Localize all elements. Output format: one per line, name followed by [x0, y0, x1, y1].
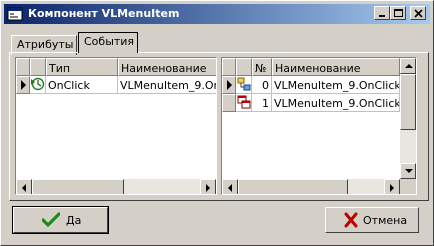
- event-name-cell[interactable]: VLMenuItem_9.OnC: [118, 76, 216, 94]
- scroll-up-button[interactable]: [400, 58, 416, 74]
- scroll-right-button[interactable]: [200, 179, 216, 194]
- ok-button-label: Да: [66, 214, 82, 227]
- maximize-button[interactable]: [390, 6, 406, 20]
- minimize-icon: [379, 15, 385, 17]
- cancel-button[interactable]: Отмена: [325, 207, 419, 233]
- current-row-arrow-icon: [21, 80, 26, 90]
- handlers-hscroll-thumb[interactable]: [238, 179, 348, 194]
- title-bar[interactable]: Компонент VLMenuItem: [4, 4, 430, 24]
- cross-icon: [344, 212, 358, 228]
- handlers-header-indicator: [222, 58, 236, 76]
- arrow-up-icon: [405, 64, 413, 68]
- events-header-indicator: [16, 58, 30, 76]
- ok-button[interactable]: Да: [12, 206, 109, 234]
- dialog-window: Компонент VLMenuItem Атрибуты События Ти…: [0, 0, 434, 246]
- handlers-vscrollbar[interactable]: [400, 58, 416, 179]
- scroll-right-button[interactable]: [384, 179, 400, 194]
- close-icon: [414, 9, 423, 18]
- checkmark-icon: [42, 212, 60, 227]
- tab-events-label: События: [84, 35, 135, 48]
- handler-icon-cell: [236, 76, 252, 94]
- handlers-header-icon: [236, 58, 252, 76]
- handlers-grid[interactable]: № Наименование 0 VLMenuItem_9.OnClick.Ge: [221, 57, 417, 195]
- window-stack-icon: [237, 95, 251, 109]
- handlers-vscroll-thumb[interactable]: [400, 74, 416, 130]
- row-indicator: [222, 76, 236, 94]
- events-hscroll-thumb[interactable]: [32, 179, 124, 194]
- events-header-name[interactable]: Наименование: [118, 58, 216, 76]
- tab-events[interactable]: События: [78, 32, 138, 53]
- tab-attributes-label: Атрибуты: [17, 38, 74, 51]
- events-header-type[interactable]: Тип: [46, 58, 118, 76]
- minimize-button[interactable]: [374, 6, 390, 20]
- arrow-right-icon: [206, 184, 210, 192]
- handlers-header-number[interactable]: №: [252, 58, 272, 76]
- scroll-left-button[interactable]: [222, 179, 238, 194]
- tree-node-icon: [237, 77, 251, 91]
- close-button[interactable]: [410, 6, 426, 20]
- maximize-icon: [394, 9, 403, 17]
- handler-number-cell[interactable]: 1: [252, 94, 272, 112]
- events-grid[interactable]: Тип Наименование OnClick VLMenuItem_9.On…: [15, 57, 217, 195]
- window-title: Компонент VLMenuItem: [28, 7, 180, 20]
- handler-icon-cell: [236, 94, 252, 112]
- row-indicator: [16, 76, 30, 94]
- arrow-right-icon: [390, 184, 394, 192]
- handler-name-cell[interactable]: VLMenuItem_9.OnClick.Lo: [272, 94, 400, 112]
- handler-number-cell[interactable]: 0: [252, 76, 272, 94]
- arrow-down-icon: [405, 169, 413, 173]
- handlers-hscrollbar[interactable]: [222, 179, 400, 194]
- scroll-corner: [400, 179, 416, 194]
- scroll-left-button[interactable]: [16, 179, 32, 194]
- event-icon: [31, 77, 45, 91]
- current-row-arrow-icon: [227, 80, 232, 90]
- events-header-icon: [30, 58, 46, 76]
- event-type-cell[interactable]: OnClick: [46, 76, 118, 94]
- arrow-left-icon: [22, 184, 26, 192]
- event-icon-cell: [30, 76, 46, 94]
- row-indicator: [222, 94, 236, 112]
- scroll-down-button[interactable]: [400, 163, 416, 179]
- app-icon: [7, 7, 23, 21]
- handler-name-cell[interactable]: VLMenuItem_9.OnClick.Ge: [272, 76, 400, 94]
- arrow-left-icon: [228, 184, 232, 192]
- events-hscrollbar[interactable]: [16, 179, 216, 194]
- cancel-button-label: Отмена: [363, 214, 408, 227]
- handlers-header-name[interactable]: Наименование: [272, 58, 400, 76]
